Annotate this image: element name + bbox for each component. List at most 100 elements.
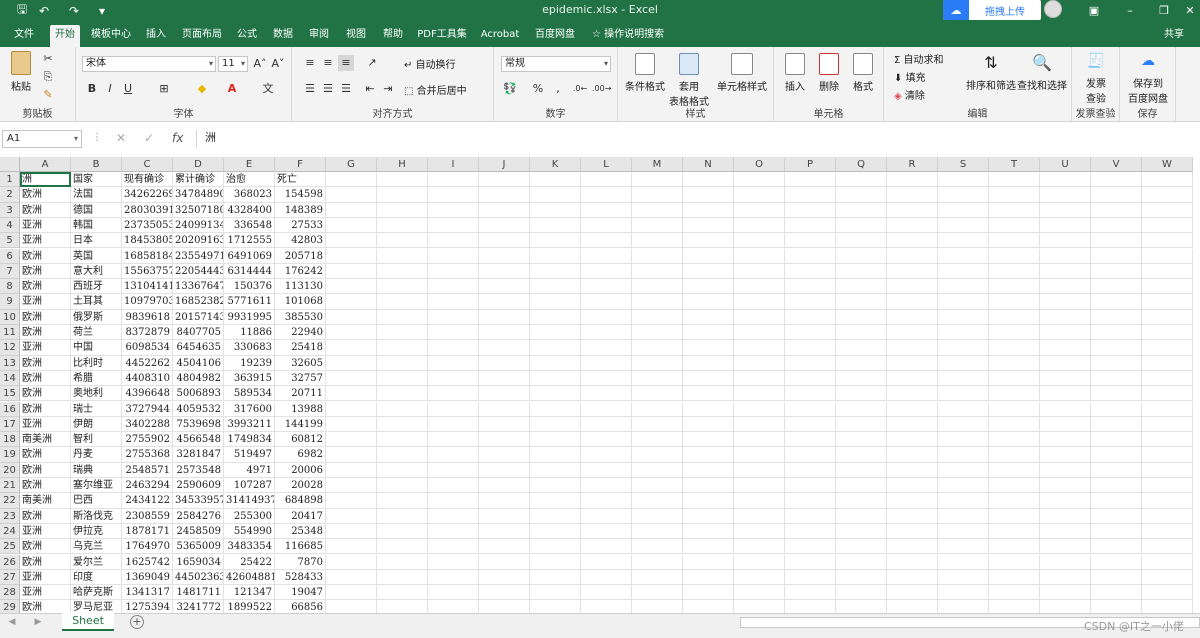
underline-button[interactable]: U <box>120 81 136 97</box>
cell-V27[interactable] <box>1091 569 1142 586</box>
column-header-I[interactable]: I <box>428 157 479 172</box>
cell-K6[interactable] <box>530 248 581 264</box>
cell-F19[interactable]: 6982 <box>275 447 326 463</box>
cell-R15[interactable] <box>887 386 938 402</box>
cell-H5[interactable] <box>377 233 428 249</box>
cell-Q20[interactable] <box>836 462 887 478</box>
cell-L10[interactable] <box>581 309 632 325</box>
cell-R21[interactable] <box>887 478 938 494</box>
cell-M3[interactable] <box>632 202 683 218</box>
cell-Q29[interactable] <box>836 600 887 613</box>
cell-J8[interactable] <box>479 279 530 295</box>
prev-sheet-icon[interactable]: ◀ <box>4 614 20 630</box>
cell-H9[interactable] <box>377 294 428 310</box>
cut-icon[interactable]: ✂ <box>40 51 56 67</box>
cell-P1[interactable] <box>785 172 836 188</box>
cell-P4[interactable] <box>785 217 836 234</box>
cell-I1[interactable] <box>428 172 479 188</box>
cell-D7[interactable]: 22054443 <box>173 263 224 280</box>
cell-I26[interactable] <box>428 554 479 570</box>
cell-L20[interactable] <box>581 462 632 478</box>
cell-C19[interactable]: 2755368 <box>122 447 173 463</box>
cell-U8[interactable] <box>1040 279 1091 295</box>
cell-H11[interactable] <box>377 325 428 341</box>
cell-Q24[interactable] <box>836 523 887 540</box>
cell-B20[interactable]: 瑞典 <box>71 462 122 478</box>
orientation-icon[interactable]: ↗ <box>364 55 380 71</box>
cell-C29[interactable]: 1275394 <box>122 600 173 613</box>
cell-L3[interactable] <box>581 202 632 218</box>
column-header-R[interactable]: R <box>887 157 938 172</box>
cell-E6[interactable]: 6491069 <box>224 248 275 264</box>
cell-R17[interactable] <box>887 416 938 433</box>
cell-G18[interactable] <box>326 432 377 448</box>
cell-W28[interactable] <box>1142 585 1193 601</box>
cell-G1[interactable] <box>326 172 377 188</box>
cell-Q3[interactable] <box>836 202 887 218</box>
cell-F20[interactable]: 20006 <box>275 462 326 478</box>
cell-P20[interactable] <box>785 462 836 478</box>
cell-S27[interactable] <box>938 569 989 586</box>
cell-I7[interactable] <box>428 263 479 280</box>
cell-G24[interactable] <box>326 523 377 540</box>
cell-E4[interactable]: 336548 <box>224 217 275 234</box>
cell-Q17[interactable] <box>836 416 887 433</box>
cell-A19[interactable]: 欧洲 <box>20 447 71 463</box>
cell-U20[interactable] <box>1040 462 1091 478</box>
cancel-icon[interactable]: ✕ <box>116 131 126 145</box>
cell-M10[interactable] <box>632 309 683 325</box>
cell-O28[interactable] <box>734 585 785 601</box>
minimize-icon[interactable]: – <box>1112 0 1148 21</box>
cell-N25[interactable] <box>683 539 734 555</box>
cell-U2[interactable] <box>1040 187 1091 203</box>
row-header[interactable]: 11 <box>0 325 20 341</box>
cell-S3[interactable] <box>938 202 989 218</box>
cell-I8[interactable] <box>428 279 479 295</box>
cell-G5[interactable] <box>326 233 377 249</box>
cell-A23[interactable]: 欧洲 <box>20 508 71 524</box>
cell-J10[interactable] <box>479 309 530 325</box>
cell-D22[interactable]: 34533957 <box>173 493 224 509</box>
cell-R16[interactable] <box>887 401 938 417</box>
cell-S11[interactable] <box>938 325 989 341</box>
column-header-D[interactable]: D <box>173 157 224 172</box>
cell-U16[interactable] <box>1040 401 1091 417</box>
cell-V16[interactable] <box>1091 401 1142 417</box>
cell-S5[interactable] <box>938 233 989 249</box>
cell-S28[interactable] <box>938 585 989 601</box>
cell-J27[interactable] <box>479 569 530 586</box>
cell-D26[interactable]: 1659034 <box>173 554 224 570</box>
cell-S13[interactable] <box>938 355 989 371</box>
cell-D5[interactable]: 20209163 <box>173 233 224 249</box>
cell-W29[interactable] <box>1142 600 1193 613</box>
cell-Q6[interactable] <box>836 248 887 264</box>
cell-W20[interactable] <box>1142 462 1193 478</box>
tab-9[interactable]: 帮助 <box>378 25 408 47</box>
cell-N17[interactable] <box>683 416 734 433</box>
cell-O10[interactable] <box>734 309 785 325</box>
cell-O7[interactable] <box>734 263 785 280</box>
cell-N15[interactable] <box>683 386 734 402</box>
cell-J17[interactable] <box>479 416 530 433</box>
cell-B28[interactable]: 哈萨克斯 <box>71 585 122 601</box>
cell-G14[interactable] <box>326 370 377 387</box>
cell-M22[interactable] <box>632 493 683 509</box>
cell-C10[interactable]: 9839618 <box>122 309 173 325</box>
cell-T5[interactable] <box>989 233 1040 249</box>
cell-S18[interactable] <box>938 432 989 448</box>
cell-C3[interactable]: 28030391 <box>122 202 173 218</box>
cell-F14[interactable]: 32757 <box>275 370 326 387</box>
cell-N21[interactable] <box>683 478 734 494</box>
cell-M24[interactable] <box>632 523 683 540</box>
cell-C13[interactable]: 4452262 <box>122 355 173 371</box>
cell-I15[interactable] <box>428 386 479 402</box>
cell-E2[interactable]: 368023 <box>224 187 275 203</box>
cell-B14[interactable]: 希腊 <box>71 370 122 387</box>
tab-11[interactable]: Acrobat <box>478 25 522 47</box>
row-header[interactable]: 22 <box>0 493 20 509</box>
close-icon[interactable]: ✕ <box>1172 0 1200 21</box>
cell-L26[interactable] <box>581 554 632 570</box>
cell-F26[interactable]: 7870 <box>275 554 326 570</box>
cell-R19[interactable] <box>887 447 938 463</box>
cell-U25[interactable] <box>1040 539 1091 555</box>
